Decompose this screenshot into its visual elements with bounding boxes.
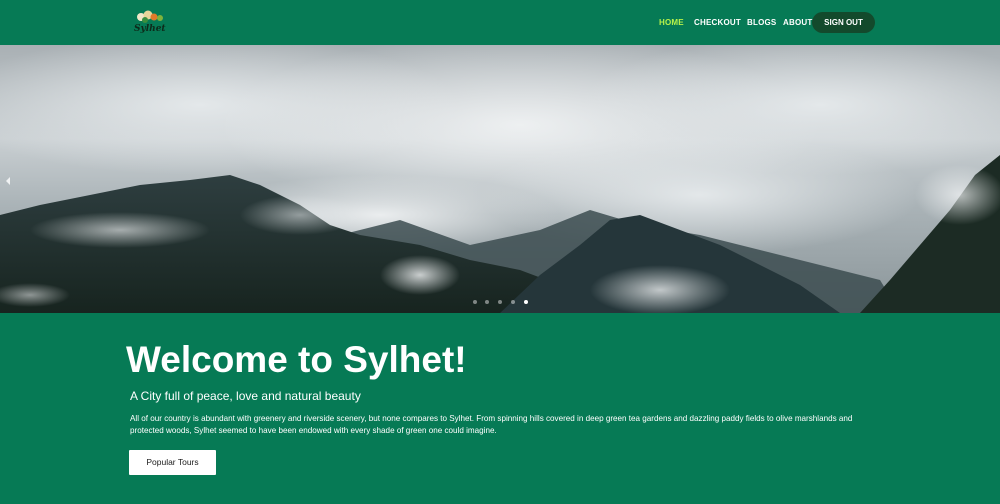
- navbar: Sylhet HOME CHECKOUT BLOGS ABOUT SIGN OU…: [0, 0, 1000, 45]
- sign-out-button[interactable]: SIGN OUT: [812, 12, 875, 33]
- nav-checkout[interactable]: CHECKOUT: [694, 18, 741, 27]
- nav-home[interactable]: HOME: [659, 18, 684, 27]
- page-subtitle: A City full of peace, love and natural b…: [130, 389, 361, 403]
- page-title: Welcome to Sylhet!: [126, 339, 467, 380]
- welcome-section: Welcome to Sylhet! A City full of peace,…: [0, 313, 1000, 504]
- carousel-prev-button[interactable]: [3, 174, 13, 188]
- carousel-indicator-3[interactable]: [498, 300, 502, 304]
- nav-blogs[interactable]: BLOGS: [747, 18, 776, 27]
- svg-text:Sylhet: Sylhet: [134, 24, 166, 34]
- carousel-indicator-4[interactable]: [511, 300, 515, 304]
- hero-carousel: [0, 45, 1000, 313]
- carousel-indicator-5[interactable]: [524, 300, 528, 304]
- carousel-indicator-2[interactable]: [485, 300, 489, 304]
- hero-image-misty-mountains: [0, 45, 1000, 313]
- nav-about[interactable]: ABOUT: [783, 18, 812, 27]
- carousel-indicator-1[interactable]: [473, 300, 477, 304]
- popular-tours-button[interactable]: Popular Tours: [129, 450, 216, 475]
- intro-paragraph: All of our country is abundant with gree…: [130, 414, 853, 435]
- sylhet-logo-icon[interactable]: Sylhet: [132, 9, 168, 35]
- chevron-left-icon: [6, 177, 10, 185]
